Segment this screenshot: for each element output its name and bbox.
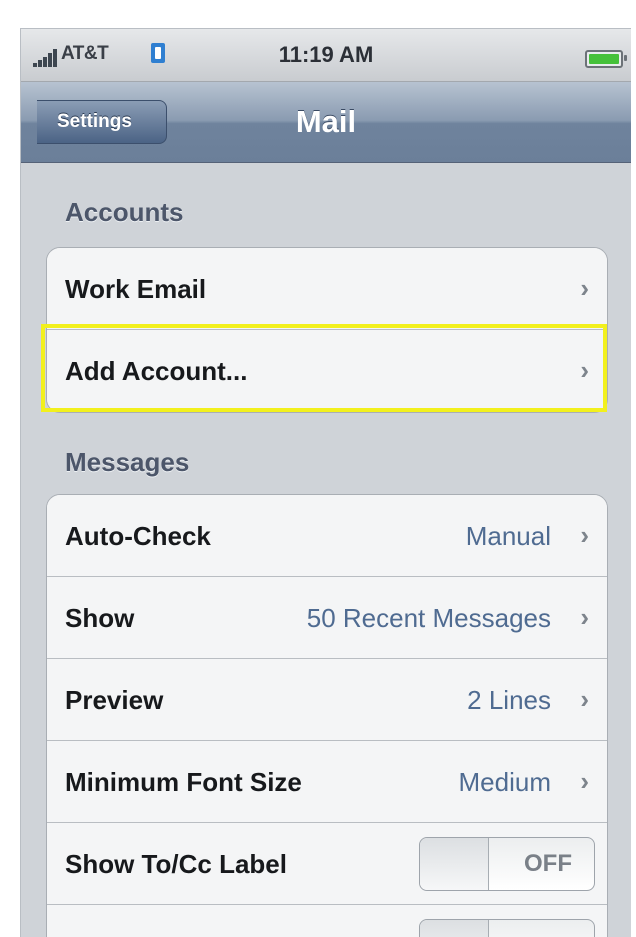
toggle-state: OFF <box>524 850 572 877</box>
row-value: Manual <box>465 521 551 551</box>
partial-row[interactable] <box>47 905 607 937</box>
row-label: Auto-Check <box>65 521 211 551</box>
row-value: Medium <box>458 767 551 797</box>
iphone-screen: AT&T 11:19 AM Settings Mail Accounts Wor… <box>20 28 631 937</box>
row-value: 2 Lines <box>467 685 551 715</box>
minimum-font-size-row[interactable]: Minimum Font Size Medium › <box>47 741 607 823</box>
row-label: Preview <box>65 685 164 715</box>
show-row[interactable]: Show 50 Recent Messages › <box>47 577 607 659</box>
work-email-row[interactable]: Work Email › <box>47 248 607 330</box>
chevron-right-icon: › <box>580 766 589 796</box>
accounts-group: Work Email › Add Account... › <box>46 247 608 413</box>
messages-section-header: Messages <box>65 447 190 477</box>
row-label: Add Account... <box>65 356 248 386</box>
row-value: 50 Recent Messages <box>306 603 551 633</box>
chevron-right-icon: › <box>580 684 589 714</box>
messages-group: Auto-Check Manual › Show 50 Recent Messa… <box>46 494 608 937</box>
toggle-knob <box>420 838 489 890</box>
chevron-right-icon: › <box>580 602 589 632</box>
row-label: Minimum Font Size <box>65 767 302 797</box>
chevron-right-icon: › <box>580 520 589 550</box>
status-time: 11:19 AM <box>278 42 374 67</box>
chevron-right-icon: › <box>580 273 589 303</box>
show-to-cc-label-row: Show To/Cc Label OFF <box>47 823 607 905</box>
row-label: Show <box>65 603 135 633</box>
row-label: Work Email <box>65 274 207 304</box>
add-account-row[interactable]: Add Account... › <box>47 330 607 412</box>
preview-row[interactable]: Preview 2 Lines › <box>47 659 607 741</box>
row-label: Show To/Cc Label <box>65 849 287 879</box>
page-title: Mail <box>295 104 357 139</box>
battery-icon <box>585 50 627 68</box>
status-bar: AT&T 11:19 AM <box>21 29 631 82</box>
navigation-bar: Settings Mail <box>21 82 631 163</box>
accounts-section-header: Accounts <box>65 197 184 227</box>
show-to-cc-label-toggle[interactable]: OFF <box>419 837 595 891</box>
toggle-knob <box>420 920 489 937</box>
chevron-right-icon: › <box>580 355 589 385</box>
partial-row-toggle[interactable] <box>419 919 595 937</box>
auto-check-row[interactable]: Auto-Check Manual › <box>47 495 607 577</box>
